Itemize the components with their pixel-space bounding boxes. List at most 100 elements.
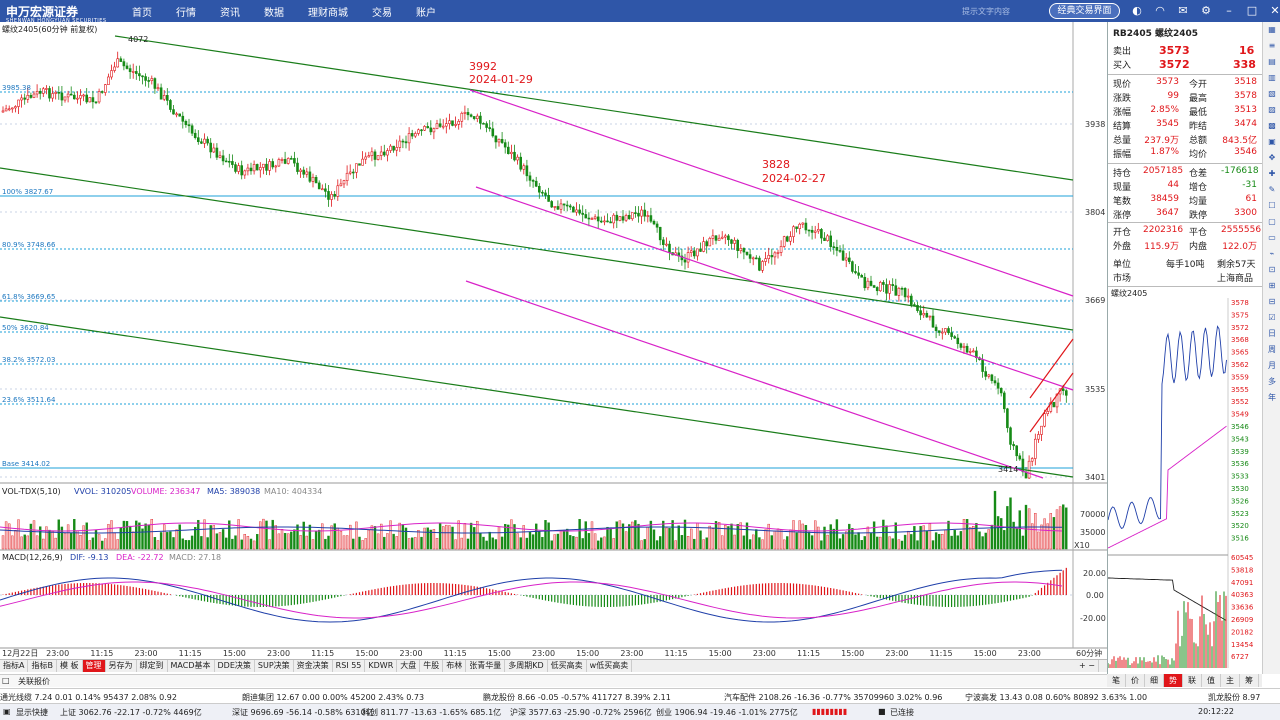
indicator-tab[interactable]: 多周期KD xyxy=(505,660,548,672)
top-hint-text: 提示文字内容 xyxy=(962,7,1010,16)
quote-label: 涨跌 xyxy=(1113,94,1132,104)
table-icon[interactable]: ▩ xyxy=(1263,118,1280,134)
volume-bar xyxy=(931,540,935,550)
nav-wealth[interactable]: 理财商城 xyxy=(308,4,348,19)
nav-home[interactable]: 首页 xyxy=(132,4,152,19)
page-icon[interactable]: ▭ xyxy=(1263,230,1280,246)
index-kc[interactable]: 科创 811.77 -13.63 -1.65% 685.1亿 xyxy=(362,707,501,718)
bar-icon[interactable]: ▥ xyxy=(1263,70,1280,86)
headset-icon[interactable]: ◠ xyxy=(1153,4,1167,18)
move-icon[interactable]: ✥ xyxy=(1263,150,1280,166)
detail-tab[interactable]: 联 xyxy=(1183,674,1202,687)
tools-icon[interactable]: ✎ xyxy=(1263,182,1280,198)
classic-trade-button[interactable]: 经典交易界面 xyxy=(1049,3,1120,19)
calc-icon[interactable]: ▣ xyxy=(1263,134,1280,150)
detail-tab[interactable]: 笔 xyxy=(1107,674,1126,687)
mini-timeshare-chart[interactable]: 3578 3575 3572 3568 3565 3562 3559 3555 3552 3549… xyxy=(1108,298,1262,668)
ticker-item[interactable]: 鹏龙股份 8.66 -0.05 -0.57% 411727 8.39% 2.11 xyxy=(483,692,671,703)
volume-bar xyxy=(169,531,172,550)
ticker-item[interactable]: 汽车配件 2108.26 -16.36 -0.77% 35709960 3.02… xyxy=(724,692,942,703)
list-icon[interactable]: ≡ xyxy=(1263,38,1280,54)
close-icon[interactable]: ✕ xyxy=(1268,4,1280,18)
trend-icon[interactable]: ⌁ xyxy=(1263,246,1280,262)
indicator-tab[interactable]: 模 板 xyxy=(57,660,83,672)
menu-icon[interactable]: ▣ xyxy=(3,707,11,716)
ticker-item[interactable]: 宁波高发 13.43 0.08 0.60% 80892 3.63% 1.00 xyxy=(965,692,1147,703)
indicator-tab[interactable]: w低买高卖 xyxy=(587,660,633,672)
ticker-item[interactable]: 凯龙股份 8.97 xyxy=(1208,692,1260,703)
x-tick-label: 11:15 xyxy=(797,649,820,658)
kline-chart[interactable]: 3992 2024-01-29 3828 2024-02-27 4072 341… xyxy=(0,22,1107,658)
indicator-tab[interactable]: KDWR xyxy=(365,660,398,672)
chart-icon[interactable]: ▤ xyxy=(1263,54,1280,70)
multi-icon[interactable]: 多 xyxy=(1263,374,1280,390)
volume-bar xyxy=(51,531,54,550)
indicator-tab[interactable]: 资金决策 xyxy=(294,660,333,672)
candle xyxy=(965,345,969,353)
ticker-item[interactable]: 通光线缆 7.24 0.01 0.14% 95437 2.08% 0.92 xyxy=(0,692,177,703)
year-icon[interactable]: 年 xyxy=(1263,390,1280,406)
mail-icon[interactable]: ✉ xyxy=(1176,4,1190,18)
volume-bar xyxy=(423,527,426,550)
volume-bar xyxy=(835,519,839,550)
indicator-tab[interactable]: 绑定到 xyxy=(137,660,168,672)
detail-tab[interactable]: 细 xyxy=(1145,674,1164,687)
indicator-tab[interactable]: 牛股 xyxy=(420,660,444,672)
indicator-tab[interactable]: 另存为 xyxy=(106,660,137,672)
minimize-icon[interactable]: – xyxy=(1222,4,1236,18)
indicator-tab[interactable]: 大盘 xyxy=(397,660,421,672)
indicator-tab[interactable]: DDE决策 xyxy=(215,660,255,672)
detail-tab[interactable]: 主 xyxy=(1221,674,1240,687)
volume-bar xyxy=(386,533,389,550)
volume-bar xyxy=(398,522,401,550)
detail-tab[interactable]: 筹 xyxy=(1240,674,1259,687)
display-shortcut[interactable]: 显示快捷 xyxy=(16,707,48,718)
doc-icon[interactable]: ▧ xyxy=(1263,86,1280,102)
nav-news[interactable]: 资讯 xyxy=(220,4,240,19)
detail-tab[interactable]: 值 xyxy=(1202,674,1221,687)
indicator-tab[interactable]: 指标A xyxy=(0,660,29,672)
box-icon[interactable]: ☐ xyxy=(1263,198,1280,214)
mini-price-tick: 3546 xyxy=(1231,423,1249,431)
frame-icon[interactable]: ⊟ xyxy=(1263,294,1280,310)
indicator-tab[interactable]: 指标B xyxy=(28,660,57,672)
panel-icon[interactable]: ▢ xyxy=(1263,214,1280,230)
indicator-tab[interactable]: SUP决策 xyxy=(255,660,294,672)
index-hs[interactable]: 沪深 3577.63 -25.90 -0.72% 2596亿 xyxy=(510,707,652,718)
day-icon[interactable]: 日 xyxy=(1263,326,1280,342)
indicator-tab[interactable]: 管理 xyxy=(82,660,106,672)
quote-label: 外盘 xyxy=(1113,242,1132,252)
maximize-icon[interactable]: □ xyxy=(1245,4,1259,18)
detail-tab[interactable]: 价 xyxy=(1126,674,1145,687)
grid-icon[interactable]: ▦ xyxy=(1263,22,1280,38)
cross-icon[interactable]: ✚ xyxy=(1263,166,1280,182)
nav-data[interactable]: 数据 xyxy=(264,4,284,19)
indicator-tab[interactable]: 布林 xyxy=(443,660,467,672)
relate-label[interactable]: 关联报价 xyxy=(18,676,50,687)
layer-icon[interactable]: ⊞ xyxy=(1263,278,1280,294)
nav-trade[interactable]: 交易 xyxy=(372,4,392,19)
week-icon[interactable]: 周 xyxy=(1263,342,1280,358)
collapse-icon[interactable]: □ xyxy=(2,676,10,685)
check-icon[interactable]: ☑ xyxy=(1263,310,1280,326)
index-sz[interactable]: 深证 9696.69 -56.14 -0.58% 6310亿 xyxy=(232,707,374,718)
indicator-tab[interactable]: MACD基本 xyxy=(168,660,215,672)
candle xyxy=(156,87,160,90)
skin-icon[interactable]: ◐ xyxy=(1130,4,1144,18)
zoom-controls[interactable]: + − xyxy=(1076,660,1099,672)
nav-market[interactable]: 行情 xyxy=(176,4,196,19)
ticker-item[interactable]: 朗迪集团 12.67 0.00 0.00% 45200 2.43% 0.73 xyxy=(242,692,424,703)
note-icon[interactable]: ▨ xyxy=(1263,102,1280,118)
indicator-tab[interactable]: RSI 55 xyxy=(333,660,366,672)
volume-bar xyxy=(975,523,978,550)
nav-account[interactable]: 账户 xyxy=(416,4,436,19)
select-icon[interactable]: ⊡ xyxy=(1263,262,1280,278)
indicator-tab[interactable]: 张青华量 xyxy=(466,660,506,672)
index-cy[interactable]: 创业 1906.94 -19.46 -1.01% 2775亿 xyxy=(656,707,798,718)
month-icon[interactable]: 月 xyxy=(1263,358,1280,374)
index-sh[interactable]: 上证 3062.76 -22.17 -0.72% 4469亿 xyxy=(60,707,202,718)
detail-tab[interactable]: 势 xyxy=(1164,674,1183,687)
indicator-tab[interactable]: 低买高卖 xyxy=(548,660,587,672)
volume-bar xyxy=(680,535,684,550)
settings-icon[interactable]: ⚙ xyxy=(1199,4,1213,18)
